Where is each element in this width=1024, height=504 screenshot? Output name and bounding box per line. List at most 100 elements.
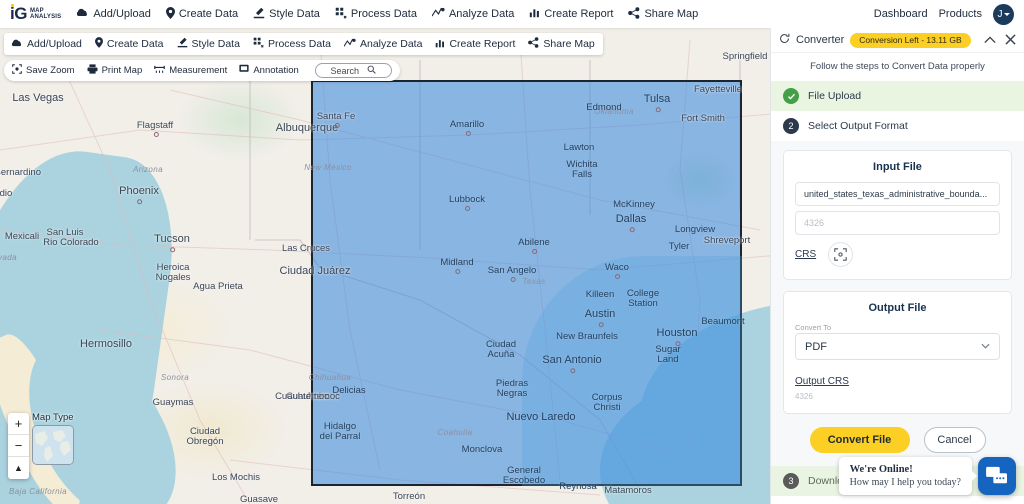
map-label: Houston xyxy=(657,328,698,340)
zoom-controls: + − ▲ xyxy=(8,413,29,479)
nav-analyze-data[interactable]: Analyze Data xyxy=(432,7,514,21)
convert-to-select[interactable]: PDF xyxy=(795,333,1000,360)
nav-label: Share Map xyxy=(644,8,698,20)
map-label: Agua Prieta xyxy=(193,282,243,292)
map-label: Fayetteville xyxy=(694,85,742,95)
maptool-add-upload[interactable]: Add/Upload xyxy=(12,38,82,51)
chevron-up-icon[interactable] xyxy=(984,34,996,47)
app-logo[interactable]: iG MAP ANALYSIS xyxy=(10,4,61,24)
map-label: Las Vegas xyxy=(12,93,63,105)
maptool-label: Share Map xyxy=(543,38,594,50)
output-crs-group: Output CRS 4326 xyxy=(795,371,1000,401)
step-2-content: Input File united_states_texas_administr… xyxy=(771,141,1024,466)
map-label: Acuña xyxy=(488,350,515,360)
map-label: Land xyxy=(657,355,678,365)
nav-process-data[interactable]: Process Data xyxy=(335,7,417,22)
nav-label: Create Data xyxy=(179,8,238,20)
map-label: Baja California xyxy=(9,488,67,496)
zoom-in-button[interactable]: + xyxy=(8,413,29,435)
step-file-upload[interactable]: File Upload xyxy=(771,81,1024,111)
map-label: Dallas xyxy=(616,214,647,226)
conversion-left-badge: Conversion Left - 13.11 GB xyxy=(850,33,970,48)
map-label: Monclova xyxy=(462,445,503,455)
map-pin-icon xyxy=(166,7,175,22)
convert-file-button[interactable]: Convert File xyxy=(810,427,910,453)
nav-dashboard-link[interactable]: Dashboard xyxy=(874,8,928,20)
map-label: Torreón xyxy=(393,492,425,502)
map-label: New Braunfels xyxy=(556,332,618,342)
nav-create-data[interactable]: Create Data xyxy=(166,7,238,22)
output-crs-link[interactable]: Output CRS xyxy=(795,376,849,387)
close-icon[interactable] xyxy=(1005,34,1016,47)
tool-print-map[interactable]: Print Map xyxy=(87,64,143,77)
nav-label: Style Data xyxy=(269,8,320,20)
maptool-analyze-data[interactable]: Analyze Data xyxy=(344,38,422,51)
world-map-icon xyxy=(33,426,74,465)
maptool-style-data[interactable]: Style Data xyxy=(177,37,240,51)
tool-measurement[interactable]: Measurement xyxy=(154,64,227,77)
input-crs-link[interactable]: CRS xyxy=(795,249,816,260)
save-zoom-icon xyxy=(12,64,22,77)
nav-share-map[interactable]: Share Map xyxy=(628,7,698,22)
map-type-selector[interactable]: Map Type xyxy=(32,412,74,465)
cloud-upload-icon xyxy=(77,7,89,21)
nav-create-report[interactable]: Create Report xyxy=(529,7,613,21)
analyze-chart-icon xyxy=(432,7,445,21)
map-label: Edmond xyxy=(586,103,621,113)
map-label: Tucson xyxy=(154,234,190,246)
tool-label: Save Zoom xyxy=(26,65,75,76)
map-label: Arizona xyxy=(133,166,163,174)
paint-brush-icon xyxy=(253,7,265,22)
map-label: McKinney xyxy=(613,200,655,210)
nav-products-link[interactable]: Products xyxy=(939,8,982,20)
top-navigation-bar: iG MAP ANALYSIS Add/Upload Create Data S… xyxy=(0,0,1024,28)
tool-label: Annotation xyxy=(253,65,298,76)
map-type-thumbnail[interactable] xyxy=(32,425,74,465)
map-label: Cuauhtémoc xyxy=(275,392,329,402)
compass-button[interactable]: ▲ xyxy=(8,457,29,479)
chat-prompt-text: How may I help you today? xyxy=(850,477,961,488)
avatar[interactable]: J xyxy=(993,4,1014,25)
map-label: Longview xyxy=(675,225,715,235)
map-label: Amarillo xyxy=(450,120,484,130)
maptool-create-report[interactable]: Create Report xyxy=(435,38,515,51)
convert-to-value: PDF xyxy=(805,341,827,353)
maptool-create-data[interactable]: Create Data xyxy=(95,37,164,51)
scan-crs-icon[interactable] xyxy=(828,242,853,267)
maptool-label: Analyze Data xyxy=(360,38,422,50)
maptool-label: Style Data xyxy=(192,38,240,50)
map-label: San Bernardino xyxy=(0,168,41,178)
nav-label: Process Data xyxy=(351,8,417,20)
chat-icon[interactable] xyxy=(978,457,1016,495)
tool-save-zoom[interactable]: Save Zoom xyxy=(12,64,75,77)
map-label: New Mexico xyxy=(304,164,352,172)
input-epsg-field[interactable]: 4326 xyxy=(795,211,1000,235)
tool-annotation[interactable]: Annotation xyxy=(239,64,298,77)
nav-label: Create Report xyxy=(544,8,613,20)
chevron-down-icon xyxy=(981,342,990,351)
nav-add-upload[interactable]: Add/Upload xyxy=(77,7,151,21)
map-label: Chihuahua xyxy=(309,374,351,382)
zoom-out-button[interactable]: − xyxy=(8,435,29,457)
converter-panel-header: Converter Conversion Left - 13.11 GB xyxy=(771,28,1024,53)
maptool-label: Add/Upload xyxy=(27,38,82,50)
map-label: Waco xyxy=(605,263,629,273)
chat-bubble[interactable]: We're Online! How may I help you today? xyxy=(839,457,972,495)
map-label: Nevada xyxy=(0,254,17,262)
map-label: Austin xyxy=(585,309,616,321)
maptool-share-map[interactable]: Share Map xyxy=(528,37,594,51)
map-label: Las Cruces xyxy=(282,244,330,254)
nav-style-data[interactable]: Style Data xyxy=(253,7,320,22)
map-label: Springfield xyxy=(723,52,768,62)
tool-label: Measurement xyxy=(169,65,227,76)
map-label: Nuevo Laredo xyxy=(506,412,575,424)
input-filename-field[interactable]: united_states_texas_administrative_bound… xyxy=(795,182,1000,206)
maptool-process-data[interactable]: Process Data xyxy=(253,37,331,51)
converter-subtitle: Follow the steps to Convert Data properl… xyxy=(771,53,1024,81)
step-select-output-format[interactable]: 2 Select Output Format xyxy=(771,111,1024,141)
map-label: Matamoros xyxy=(604,486,652,496)
search-input[interactable]: Search xyxy=(315,63,392,78)
cancel-button[interactable]: Cancel xyxy=(924,427,986,453)
step-1-label: File Upload xyxy=(808,90,861,102)
converter-panel: Converter Conversion Left - 13.11 GB Fol… xyxy=(770,28,1024,504)
